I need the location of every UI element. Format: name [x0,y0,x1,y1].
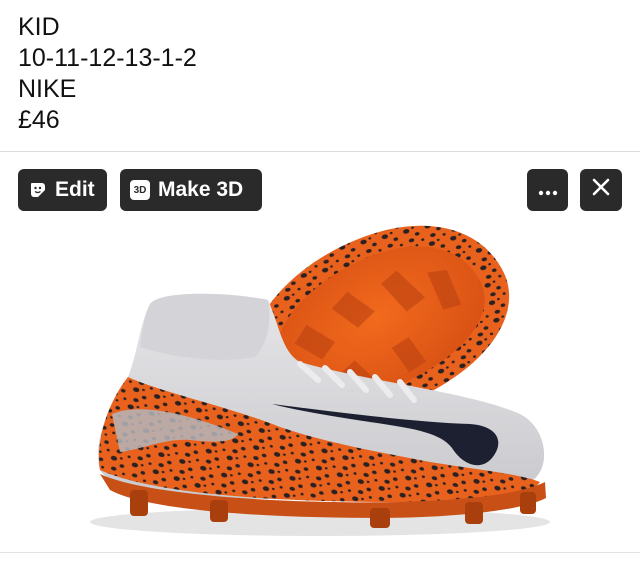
make-3d-button[interactable]: 3D Make 3D [120,169,262,211]
product-photo[interactable] [0,152,640,552]
make-3d-label: Make 3D [158,178,244,201]
3d-badge: 3D [130,180,150,200]
close-button[interactable] [580,169,622,211]
sticker-edit-icon [29,181,47,199]
more-dots-icon [538,178,558,202]
boots-image [90,225,550,536]
post-line-kid: KID [18,13,60,41]
post-line-price: £46 [18,106,60,134]
post-text: KID 10-11-12-13-1-2 NIKE £46 [18,12,197,136]
bottom-divider [0,552,640,553]
edit-label: Edit [55,178,95,201]
post-line-brand: NIKE [18,75,77,103]
3d-icon: 3D [130,180,150,200]
edit-button[interactable]: Edit [18,169,107,211]
post-line-sizes: 10-11-12-13-1-2 [18,44,197,72]
close-icon [592,178,610,202]
more-options-button[interactable] [527,169,568,211]
